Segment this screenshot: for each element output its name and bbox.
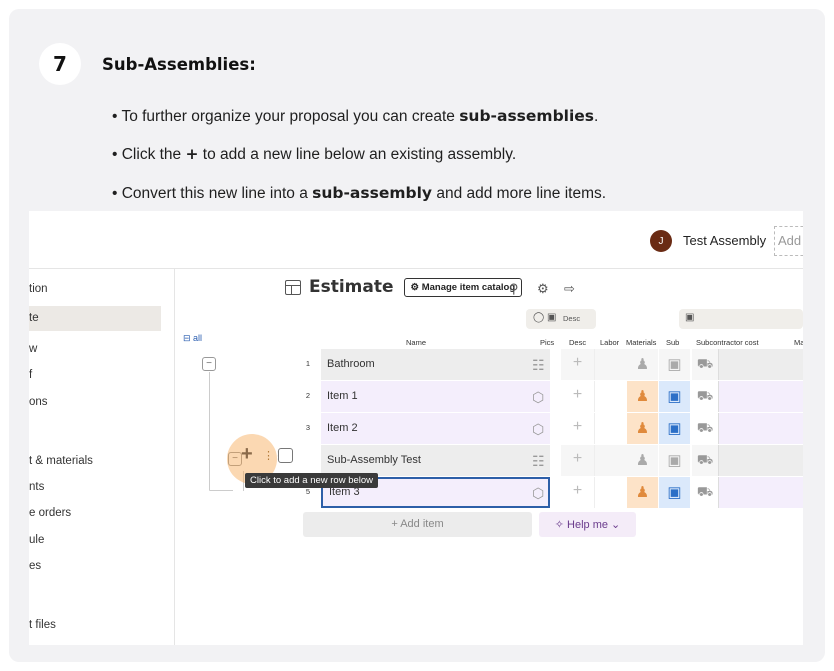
- sub-truck-icon[interactable]: ⛟: [692, 477, 718, 508]
- cube-icon: ⬡: [532, 485, 545, 501]
- project-name: Test Assembly: [683, 233, 767, 248]
- sparkle-icon: ✧: [554, 519, 564, 531]
- step-number: 7: [39, 43, 81, 85]
- table-row[interactable]: Sub-Assembly Test ☷ + ♟ ▣ ⛟: [303, 445, 803, 476]
- chevron-down-icon: ⌄: [611, 519, 621, 531]
- table-row[interactable]: 2 Item 1 ⬡ + ♟ ▣ ⛟: [303, 381, 803, 412]
- overflow-cell: [802, 477, 803, 508]
- app-screenshot: J Test Assembly Add tion te w f ons t & …: [29, 211, 803, 645]
- labor-icon: ♟: [627, 445, 658, 476]
- labor-icon[interactable]: ♟: [627, 381, 658, 412]
- sidebar-item-6[interactable]: nts: [29, 481, 44, 493]
- overflow-cell: [802, 349, 803, 380]
- add-row-plus-icon[interactable]: +: [241, 443, 253, 466]
- sub-truck-icon[interactable]: ⛟: [692, 381, 718, 412]
- desc-cell[interactable]: [594, 477, 627, 508]
- sidebar-item-4[interactable]: ons: [29, 396, 48, 408]
- desc-cell[interactable]: [594, 381, 627, 412]
- header-pill-subcontractor: ▣: [679, 309, 803, 329]
- bullet-2: • Click the + to add a new line below an…: [112, 145, 517, 163]
- tree-branch: [209, 490, 233, 491]
- add-pic-icon[interactable]: +: [561, 349, 594, 380]
- subcontractor-cost-cell[interactable]: [718, 349, 802, 380]
- materials-icon[interactable]: ▣: [659, 381, 690, 412]
- manage-catalog-button[interactable]: ⚙ Manage item catalog: [403, 277, 523, 297]
- sub-truck-icon: ⛟: [692, 445, 718, 476]
- col-name: Name: [406, 338, 427, 347]
- col-labor: Labor: [600, 338, 620, 347]
- all-toggle[interactable]: ⊟ all: [183, 333, 202, 344]
- add-button[interactable]: Add: [774, 226, 803, 256]
- estimate-title: Estimate: [309, 277, 394, 297]
- header-pill-pics-desc: ◯ ▣ Desc: [526, 309, 596, 329]
- col-desc: Desc: [569, 338, 587, 347]
- labor-icon[interactable]: ♟: [627, 477, 658, 508]
- materials-icon: ▣: [659, 445, 690, 476]
- materials-icon[interactable]: ▣: [659, 413, 690, 444]
- box-icon: ▣: [685, 312, 695, 323]
- subcontractor-cost-cell[interactable]: [718, 381, 802, 412]
- add-pic-icon[interactable]: +: [561, 381, 594, 412]
- user-circle-icon: ◯: [533, 312, 545, 323]
- sidebar-item-5[interactable]: t & materials: [29, 455, 93, 467]
- sidebar-item-estimate[interactable]: te: [29, 306, 161, 331]
- sidebar-item-2[interactable]: w: [29, 343, 37, 355]
- estimate-header: Estimate ⚙ Manage item catalog: [285, 277, 523, 297]
- col-subcontractor-cost: Subcontractor cost: [696, 338, 759, 347]
- add-pic-icon[interactable]: +: [561, 477, 594, 508]
- monitor-icon: ▣: [547, 312, 557, 323]
- search-icon[interactable]: ⚲: [509, 281, 519, 297]
- top-bar: J Test Assembly Add: [29, 211, 803, 269]
- materials-icon[interactable]: ▣: [659, 477, 690, 508]
- table-icon: [285, 279, 301, 295]
- col-sub: Sub: [666, 338, 680, 347]
- collapse-assembly-1[interactable]: −: [202, 357, 216, 371]
- sidebar-item-3[interactable]: f: [29, 369, 32, 381]
- help-me-button[interactable]: ✧ Help me ⌄: [539, 512, 636, 537]
- subcontractor-cost-cell[interactable]: [718, 477, 802, 508]
- settings-icon[interactable]: ⚙: [537, 281, 549, 297]
- sidebar-item-0[interactable]: tion: [29, 283, 48, 295]
- col-pics: Pics: [540, 338, 555, 347]
- sub-truck-icon[interactable]: ⛟: [692, 413, 718, 444]
- overflow-cell: [802, 413, 803, 444]
- overflow-cell: [802, 381, 803, 412]
- sidebar-item-7[interactable]: e orders: [29, 507, 71, 519]
- step-title: Sub-Assemblies:: [102, 55, 256, 74]
- desc-cell[interactable]: [594, 413, 627, 444]
- tooltip: Click to add a new row below: [245, 473, 379, 488]
- col-more: Ma: [794, 338, 803, 347]
- add-item-button[interactable]: + Add item: [303, 512, 532, 537]
- sidebar-item-10[interactable]: t files: [29, 619, 56, 631]
- labor-icon: ♟: [627, 349, 658, 380]
- cube-icon: ⬡: [532, 389, 545, 405]
- table-row[interactable]: 3 Item 2 ⬡ + ♟ ▣ ⛟: [303, 413, 803, 444]
- bullet-1: • To further organize your proposal you …: [112, 107, 599, 125]
- sub-truck-icon: ⛟: [692, 349, 718, 380]
- user-avatar[interactable]: J: [650, 230, 672, 252]
- subcontractor-cost-cell[interactable]: [718, 445, 802, 476]
- desc-cell[interactable]: [594, 349, 627, 380]
- assembly-icon: ☷: [532, 357, 545, 374]
- add-pic-icon[interactable]: +: [561, 445, 594, 476]
- tree-line: [209, 372, 210, 490]
- sidebar-item-9[interactable]: es: [29, 560, 41, 572]
- labor-icon[interactable]: ♟: [627, 413, 658, 444]
- assembly-icon: ☷: [532, 453, 545, 470]
- export-icon[interactable]: ⇨: [564, 281, 575, 297]
- row-checkbox[interactable]: [278, 448, 293, 463]
- table-row[interactable]: 1 Bathroom ☷ + ♟ ▣ ⛟: [303, 349, 803, 380]
- cube-icon: ⬡: [532, 421, 545, 437]
- sidebar: tion te w f ons t & materials nts e orde…: [29, 269, 175, 645]
- col-materials: Materials: [626, 338, 657, 347]
- add-pic-icon[interactable]: +: [561, 413, 594, 444]
- desc-cell[interactable]: [594, 445, 627, 476]
- bullet-3: • Convert this new line into a sub-assem…: [112, 184, 607, 202]
- sidebar-item-8[interactable]: ule: [29, 534, 44, 546]
- materials-icon: ▣: [659, 349, 690, 380]
- overflow-cell: [802, 445, 803, 476]
- subcontractor-cost-cell[interactable]: [718, 413, 802, 444]
